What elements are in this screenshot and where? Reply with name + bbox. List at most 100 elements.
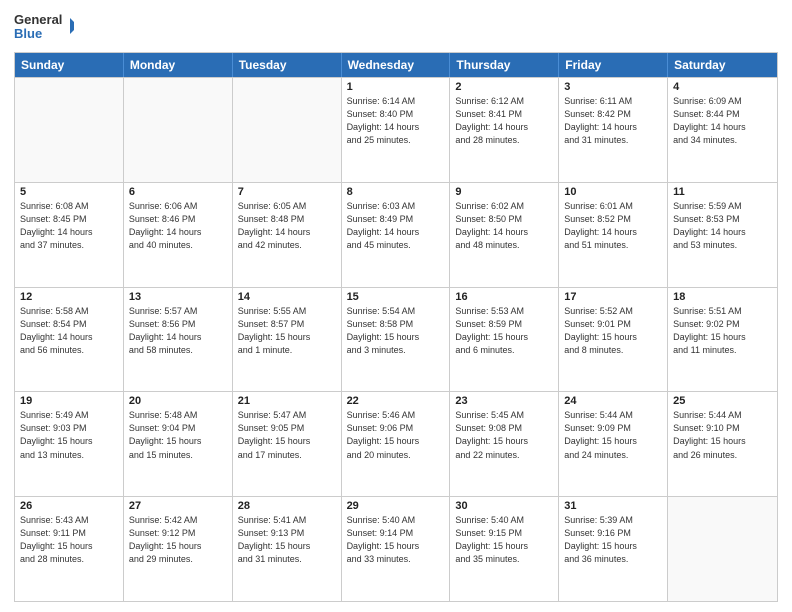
cell-day-info: Sunrise: 5:45 AMSunset: 9:08 PMDaylight:… <box>455 409 553 461</box>
logo-svg: General Blue <box>14 10 74 46</box>
table-row: 5 Sunrise: 6:08 AMSunset: 8:45 PMDaylight… <box>15 183 124 287</box>
table-row: 14 Sunrise: 5:55 AMSunset: 8:57 PMDayligh… <box>233 288 342 392</box>
header-day-tuesday: Tuesday <box>233 53 342 77</box>
cell-day-number: 23 <box>455 395 553 407</box>
cell-day-info: Sunrise: 5:43 AMSunset: 9:11 PMDaylight:… <box>20 514 118 566</box>
table-row: 3Sunrise: 6:11 AMSunset: 8:42 PMDaylight… <box>559 78 668 182</box>
header-day-wednesday: Wednesday <box>342 53 451 77</box>
cell-day-number: 25 <box>673 395 772 407</box>
cell-day-number: 29 <box>347 500 445 512</box>
cell-day-number: 15 <box>347 291 445 303</box>
table-row: 6Sunrise: 6:06 AMSunset: 8:46 PMDaylight… <box>124 183 233 287</box>
cell-day-info: Sunrise: 6:06 AMSunset: 8:46 PMDaylight:… <box>129 200 227 252</box>
table-row: 17Sunrise: 5:52 AMSunset: 9:01 PMDayligh… <box>559 288 668 392</box>
cell-day-info: Sunrise: 5:51 AMSunset: 9:02 PMDaylight:… <box>673 305 772 357</box>
table-row: 18Sunrise: 5:51 AMSunset: 9:02 PMDayligh… <box>668 288 777 392</box>
cell-day-info: Sunrise: 6:03 AMSunset: 8:49 PMDaylight:… <box>347 200 445 252</box>
cell-day-info: Sunrise: 6:02 AMSunset: 8:50 PMDaylight:… <box>455 200 553 252</box>
header-day-monday: Monday <box>124 53 233 77</box>
table-row: 24Sunrise: 5:44 AMSunset: 9:09 PMDayligh… <box>559 392 668 496</box>
cell-day-info: Sunrise: 5:46 AMSunset: 9:06 PMDaylight:… <box>347 409 445 461</box>
table-row: 7 Sunrise: 6:05 AMSunset: 8:48 PMDaylight… <box>233 183 342 287</box>
table-row <box>124 78 233 182</box>
table-row: 12Sunrise: 5:58 AMSunset: 8:54 PMDayligh… <box>15 288 124 392</box>
table-row: 10 Sunrise: 6:01 AMSunset: 8:52 PMDayligh… <box>559 183 668 287</box>
table-row: 23 Sunrise: 5:45 AMSunset: 9:08 PMDayligh… <box>450 392 559 496</box>
cell-day-info: Sunrise: 5:47 AMSunset: 9:05 PMDaylight:… <box>238 409 336 461</box>
table-row: 25 Sunrise: 5:44 AMSunset: 9:10 PMDayligh… <box>668 392 777 496</box>
table-row: 27 Sunrise: 5:42 AMSunset: 9:12 PMDayligh… <box>124 497 233 601</box>
cell-day-info: Sunrise: 5:55 AMSunset: 8:57 PMDaylight:… <box>238 305 336 357</box>
header: General Blue <box>14 10 778 46</box>
cell-day-number: 27 <box>129 500 227 512</box>
cell-day-info: Sunrise: 5:58 AMSunset: 8:54 PMDaylight:… <box>20 305 118 357</box>
cell-day-info: Sunrise: 6:11 AMSunset: 8:42 PMDaylight:… <box>564 95 662 147</box>
cell-day-info: Sunrise: 6:08 AMSunset: 8:45 PMDaylight:… <box>20 200 118 252</box>
calendar-week-0: 1 Sunrise: 6:14 AMSunset: 8:40 PMDaylight… <box>15 77 777 182</box>
cell-day-info: Sunrise: 5:59 AMSunset: 8:53 PMDaylight:… <box>673 200 772 252</box>
cell-day-info: Sunrise: 5:52 AMSunset: 9:01 PMDaylight:… <box>564 305 662 357</box>
cell-day-number: 4 <box>673 81 772 93</box>
cell-day-info: Sunrise: 5:42 AMSunset: 9:12 PMDaylight:… <box>129 514 227 566</box>
table-row: 20 Sunrise: 5:48 AMSunset: 9:04 PMDayligh… <box>124 392 233 496</box>
table-row: 28 Sunrise: 5:41 AMSunset: 9:13 PMDayligh… <box>233 497 342 601</box>
table-row: 26Sunrise: 5:43 AMSunset: 9:11 PMDayligh… <box>15 497 124 601</box>
table-row: 8 Sunrise: 6:03 AMSunset: 8:49 PMDaylight… <box>342 183 451 287</box>
cell-day-number: 28 <box>238 500 336 512</box>
cell-day-number: 21 <box>238 395 336 407</box>
cell-day-info: Sunrise: 6:14 AMSunset: 8:40 PMDaylight:… <box>347 95 445 147</box>
table-row: 4Sunrise: 6:09 AMSunset: 8:44 PMDaylight… <box>668 78 777 182</box>
logo: General Blue <box>14 10 74 46</box>
cell-day-number: 14 <box>238 291 336 303</box>
cell-day-number: 5 <box>20 186 118 198</box>
table-row: 22 Sunrise: 5:46 AMSunset: 9:06 PMDayligh… <box>342 392 451 496</box>
table-row <box>668 497 777 601</box>
cell-day-info: Sunrise: 5:39 AMSunset: 9:16 PMDaylight:… <box>564 514 662 566</box>
cell-day-number: 16 <box>455 291 553 303</box>
cell-day-number: 11 <box>673 186 772 198</box>
table-row: 2Sunrise: 6:12 AMSunset: 8:41 PMDaylight… <box>450 78 559 182</box>
cell-day-info: Sunrise: 5:49 AMSunset: 9:03 PMDaylight:… <box>20 409 118 461</box>
table-row: 29Sunrise: 5:40 AMSunset: 9:14 PMDayligh… <box>342 497 451 601</box>
cell-day-number: 24 <box>564 395 662 407</box>
calendar-week-1: 5 Sunrise: 6:08 AMSunset: 8:45 PMDaylight… <box>15 182 777 287</box>
calendar: SundayMondayTuesdayWednesdayThursdayFrid… <box>14 52 778 602</box>
table-row: 11 Sunrise: 5:59 AMSunset: 8:53 PMDayligh… <box>668 183 777 287</box>
cell-day-info: Sunrise: 5:48 AMSunset: 9:04 PMDaylight:… <box>129 409 227 461</box>
cell-day-info: Sunrise: 5:40 AMSunset: 9:15 PMDaylight:… <box>455 514 553 566</box>
cell-day-number: 1 <box>347 81 445 93</box>
cell-day-number: 22 <box>347 395 445 407</box>
page: General Blue SundayMondayTuesdayWednesda… <box>0 0 792 612</box>
cell-day-info: Sunrise: 5:54 AMSunset: 8:58 PMDaylight:… <box>347 305 445 357</box>
cell-day-number: 7 <box>238 186 336 198</box>
cell-day-info: Sunrise: 6:01 AMSunset: 8:52 PMDaylight:… <box>564 200 662 252</box>
svg-text:Blue: Blue <box>14 26 42 41</box>
header-day-thursday: Thursday <box>450 53 559 77</box>
cell-day-info: Sunrise: 5:53 AMSunset: 8:59 PMDaylight:… <box>455 305 553 357</box>
table-row: 1 Sunrise: 6:14 AMSunset: 8:40 PMDaylight… <box>342 78 451 182</box>
cell-day-number: 9 <box>455 186 553 198</box>
table-row: 30 Sunrise: 5:40 AMSunset: 9:15 PMDayligh… <box>450 497 559 601</box>
cell-day-info: Sunrise: 5:41 AMSunset: 9:13 PMDaylight:… <box>238 514 336 566</box>
table-row <box>15 78 124 182</box>
header-day-saturday: Saturday <box>668 53 777 77</box>
cell-day-number: 30 <box>455 500 553 512</box>
cell-day-number: 13 <box>129 291 227 303</box>
cell-day-number: 8 <box>347 186 445 198</box>
cell-day-number: 20 <box>129 395 227 407</box>
cell-day-number: 10 <box>564 186 662 198</box>
calendar-body: 1 Sunrise: 6:14 AMSunset: 8:40 PMDaylight… <box>15 77 777 601</box>
cell-day-info: Sunrise: 5:44 AMSunset: 9:10 PMDaylight:… <box>673 409 772 461</box>
header-day-friday: Friday <box>559 53 668 77</box>
calendar-week-4: 26Sunrise: 5:43 AMSunset: 9:11 PMDayligh… <box>15 496 777 601</box>
svg-text:General: General <box>14 12 62 27</box>
header-day-sunday: Sunday <box>15 53 124 77</box>
cell-day-info: Sunrise: 6:05 AMSunset: 8:48 PMDaylight:… <box>238 200 336 252</box>
cell-day-number: 19 <box>20 395 118 407</box>
table-row: 21 Sunrise: 5:47 AMSunset: 9:05 PMDayligh… <box>233 392 342 496</box>
cell-day-info: Sunrise: 5:57 AMSunset: 8:56 PMDaylight:… <box>129 305 227 357</box>
table-row: 15 Sunrise: 5:54 AMSunset: 8:58 PMDayligh… <box>342 288 451 392</box>
table-row: 16 Sunrise: 5:53 AMSunset: 8:59 PMDayligh… <box>450 288 559 392</box>
calendar-header-row: SundayMondayTuesdayWednesdayThursdayFrid… <box>15 53 777 77</box>
cell-day-info: Sunrise: 6:12 AMSunset: 8:41 PMDaylight:… <box>455 95 553 147</box>
